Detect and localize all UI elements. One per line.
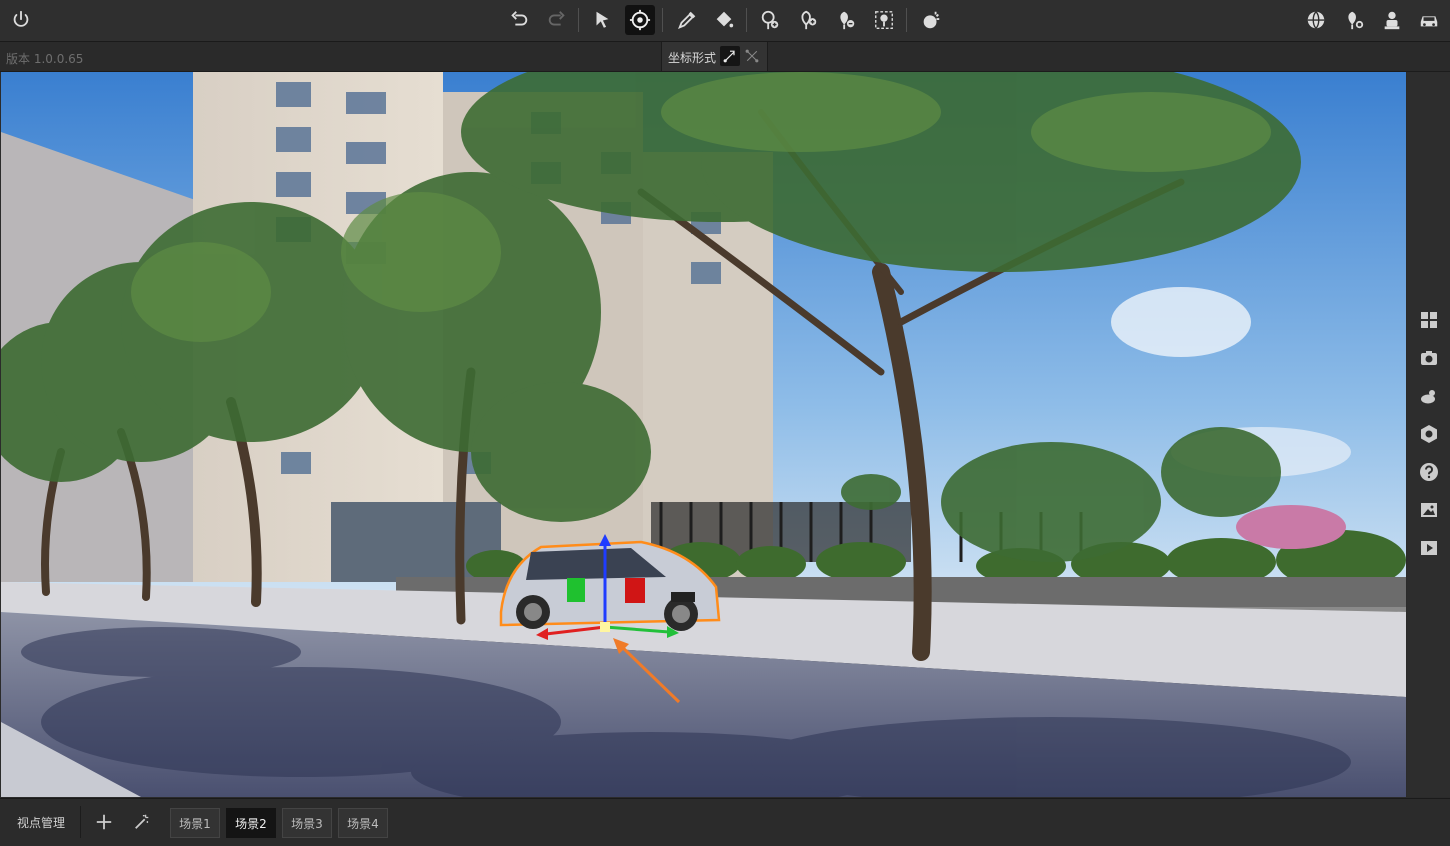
scene-tab-1[interactable]: 场景1 — [170, 808, 220, 838]
coordinate-mode-label: 坐标形式 — [668, 51, 717, 65]
scene-viewport[interactable] — [1, 72, 1406, 797]
scene-tab-3[interactable]: 场景3 — [282, 808, 332, 838]
world-coordinate-icon[interactable] — [742, 46, 762, 66]
tree-settings-icon[interactable] — [1339, 5, 1369, 35]
weather-icon[interactable] — [916, 5, 946, 35]
select-arrow-icon[interactable] — [587, 5, 617, 35]
remove-plant-icon[interactable] — [831, 5, 861, 35]
power-icon[interactable] — [6, 5, 36, 35]
local-coordinate-icon[interactable] — [720, 46, 740, 66]
add-tree-icon[interactable] — [755, 5, 785, 35]
scatter-plants-icon[interactable] — [869, 5, 899, 35]
right-tool-panel — [1407, 72, 1450, 797]
help-icon[interactable] — [1417, 460, 1441, 484]
main-toolbar — [0, 0, 1450, 42]
redo-icon[interactable] — [542, 5, 572, 35]
viewpoint-manage-button[interactable]: 视点管理 — [2, 806, 81, 838]
add-plant-icon[interactable] — [793, 5, 823, 35]
weather-icon[interactable] — [1417, 384, 1441, 408]
play-icon[interactable] — [1417, 536, 1441, 560]
undo-icon[interactable] — [504, 5, 534, 35]
toolbar-divider — [906, 8, 907, 32]
globe-icon[interactable] — [1301, 5, 1331, 35]
image-icon[interactable] — [1417, 498, 1441, 522]
toolbar-divider — [578, 8, 579, 32]
person-icon[interactable] — [1377, 5, 1407, 35]
car-icon[interactable] — [1414, 5, 1444, 35]
grid-icon[interactable] — [1417, 308, 1441, 332]
settings-icon[interactable] — [1417, 422, 1441, 446]
toolbar-divider — [746, 8, 747, 32]
scene-render — [1, 72, 1406, 797]
paint-bucket-icon[interactable] — [709, 5, 739, 35]
scene-bar: 视点管理 场景1 场景2 场景3 场景4 — [0, 798, 1450, 846]
scene-tab-4[interactable]: 场景4 — [338, 808, 388, 838]
magic-wand-icon[interactable] — [130, 810, 154, 834]
version-label: 版本 1.0.0.65 — [6, 52, 84, 66]
eyedropper-icon[interactable] — [672, 5, 702, 35]
add-scene-icon[interactable] — [92, 810, 116, 834]
toolbar-divider — [662, 8, 663, 32]
orbit-icon[interactable] — [625, 5, 655, 35]
scene-tab-2[interactable]: 场景2 — [226, 808, 276, 838]
camera-icon[interactable] — [1417, 346, 1441, 370]
coordinate-mode-group: 坐标形式 — [661, 42, 768, 71]
